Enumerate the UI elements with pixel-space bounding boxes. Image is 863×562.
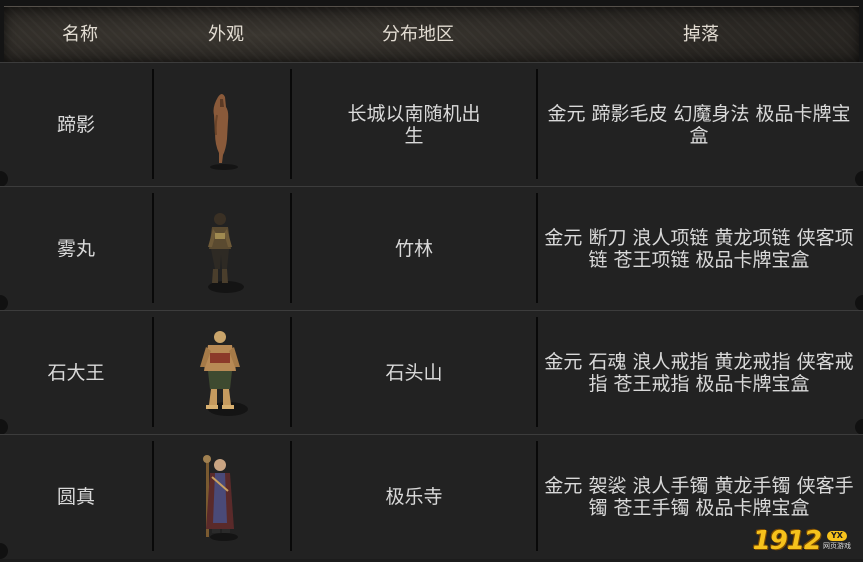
boss-drop-table: 名称 外观 分布地区 掉落 蹄影 长城以南随机出生 金元 蹄影毛皮 幻魔身法 极…	[0, 0, 863, 562]
monster-drop: 金元 石魂 浪人戒指 黄龙戒指 侠客戒指 苍王戒指 极品卡牌宝盒	[544, 351, 854, 395]
monster-name-cell: 石大王	[0, 311, 152, 435]
monster-drop: 金元 蹄影毛皮 幻魔身法 极品卡牌宝盒	[547, 103, 851, 147]
monster-name-cell: 雾丸	[0, 187, 152, 311]
monster-name-cell: 蹄影	[0, 63, 152, 187]
header-drop: 掉落	[683, 24, 719, 45]
monster-drop-cell: 金元 石魂 浪人戒指 黄龙戒指 侠客戒指 苍王戒指 极品卡牌宝盒	[538, 311, 860, 435]
monster-name-cell: 圆真	[0, 435, 152, 559]
armored-ninja-figure-icon	[208, 213, 244, 293]
monster-name: 雾丸	[56, 238, 95, 260]
monster-look-cell	[154, 311, 290, 435]
monster-look-cell	[154, 435, 290, 559]
table-row: 圆真 极乐寺 金元 袈裟 浪人手镯 黄龙手镯 侠客手镯 苍王手镯 极品卡牌宝盒	[0, 434, 863, 559]
monster-name: 蹄影	[56, 114, 95, 136]
monster-area-cell: 石头山	[292, 311, 536, 435]
header-look: 外观	[208, 24, 244, 45]
monster-area-cell: 长城以南随机出生	[292, 63, 536, 187]
robed-monk-figure-icon	[203, 455, 238, 541]
table-header: 名称 外观 分布地区 掉落	[0, 0, 863, 68]
header-bar: 名称 外观 分布地区 掉落	[4, 6, 859, 64]
monster-drop: 金元 断刀 浪人项链 黄龙项链 侠客项链 苍王项链 极品卡牌宝盒	[544, 227, 854, 271]
logo-side: YX 网页游戏	[823, 531, 851, 551]
monster-drop: 金元 袈裟 浪人手镯 黄龙手镯 侠客手镯 苍王手镯 极品卡牌宝盒	[544, 475, 854, 519]
monster-area-cell: 极乐寺	[292, 435, 536, 559]
logo-subtitle: 网页游戏	[823, 542, 851, 550]
brown-horse-figure-icon	[210, 94, 238, 170]
table-row: 雾丸 竹林 金元 断刀 浪人项链 黄龙项链 侠客项链 苍王项链 极品卡牌宝盒	[0, 186, 863, 311]
monster-area-cell: 竹林	[292, 187, 536, 311]
logo-badge: YX	[827, 531, 847, 541]
monster-area: 长城以南随机出生	[347, 103, 481, 147]
monster-look-cell	[154, 63, 290, 187]
monster-area: 极乐寺	[385, 486, 443, 508]
stone-king-warrior-figure-icon	[200, 331, 248, 416]
monster-drop-cell: 金元 蹄影毛皮 幻魔身法 极品卡牌宝盒	[538, 63, 860, 187]
monster-name: 石大王	[47, 362, 105, 384]
site-watermark-logo: 1912 YX 网页游戏	[753, 526, 851, 556]
header-area: 分布地区	[382, 24, 454, 45]
table-row: 蹄影 长城以南随机出生 金元 蹄影毛皮 幻魔身法 极品卡牌宝盒	[0, 62, 863, 187]
header-name: 名称	[62, 24, 98, 45]
monster-area: 竹林	[394, 238, 433, 260]
monster-drop-cell: 金元 断刀 浪人项链 黄龙项链 侠客项链 苍王项链 极品卡牌宝盒	[538, 187, 860, 311]
monster-area: 石头山	[385, 362, 443, 384]
table-row: 石大王 石头山 金元 石魂 浪人戒指 黄龙戒指 侠客戒指 苍王戒指 极品卡牌宝盒	[0, 310, 863, 435]
logo-number: 1912	[752, 526, 822, 556]
monster-name: 圆真	[56, 486, 95, 508]
monster-look-cell	[154, 187, 290, 311]
